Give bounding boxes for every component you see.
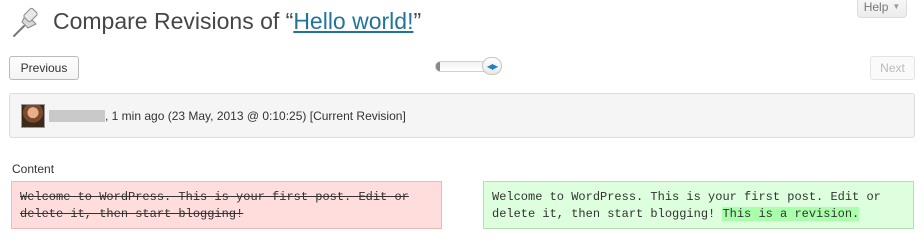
slider-fill — [436, 62, 440, 71]
title-prefix: Compare Revisions of “ — [53, 8, 294, 34]
diff-added-content: Welcome to WordPress. This is your first… — [483, 181, 914, 229]
help-label: Help — [863, 0, 889, 14]
post-title-link[interactable]: Hello world! — [293, 8, 413, 34]
chevron-down-icon: ▼ — [892, 2, 901, 11]
diff-deleted-content: Welcome to WordPress. This is your first… — [11, 181, 442, 229]
diff-inserted-text: This is a revision. — [722, 207, 860, 221]
author-name — [49, 109, 105, 122]
avatar — [21, 103, 45, 128]
previous-button[interactable]: Previous — [9, 56, 79, 80]
slider-handle[interactable]: ◀▶ — [482, 57, 502, 75]
page-title: Compare Revisions of “Hello world!” — [53, 6, 421, 36]
next-button[interactable]: Next — [870, 56, 915, 80]
pushpin-icon — [10, 6, 44, 40]
title-suffix: ” — [413, 8, 422, 34]
help-tab[interactable]: Help ▼ — [857, 0, 907, 18]
arrows-left-right-icon: ◀▶ — [486, 61, 498, 71]
revision-meta-text: , 1 min ago (23 May, 2013 @ 0:10:25) [Cu… — [105, 108, 406, 123]
revision-meta-bar: , 1 min ago (23 May, 2013 @ 0:10:25) [Cu… — [9, 93, 915, 138]
content-field-label: Content — [12, 162, 55, 176]
